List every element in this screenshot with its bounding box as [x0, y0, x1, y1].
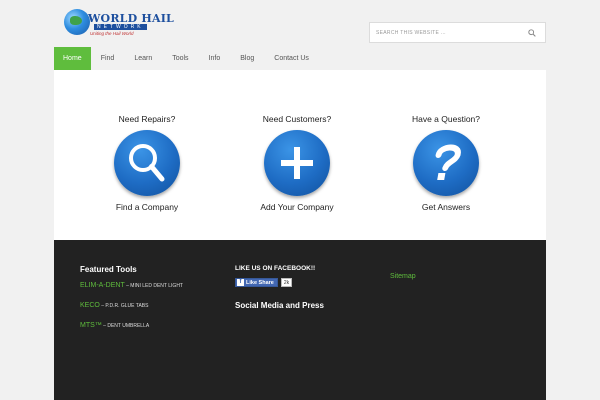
nav-item-learn[interactable]: Learn: [124, 47, 162, 70]
facebook-count: 2k: [280, 278, 293, 287]
tool-item: ELIM-A-DENT – MINI LED DENT LIGHT: [80, 282, 183, 289]
search-input[interactable]: [376, 27, 516, 39]
facebook-like-button[interactable]: f Like Share: [235, 278, 278, 287]
cta-find-company[interactable]: Need Repairs? Find a Company: [87, 114, 207, 212]
nav-item-info[interactable]: Info: [199, 47, 231, 70]
globe-icon: [64, 9, 90, 35]
featured-tools-widget: Featured Tools ELIM-A-DENT – MINI LED DE…: [80, 265, 183, 342]
tool-item: MTS™ – DENT UMBRELLA: [80, 322, 183, 329]
facebook-like-share: f Like Share 2k: [235, 278, 324, 287]
tool-desc: – MINI LED DENT LIGHT: [124, 283, 183, 289]
nav-item-blog[interactable]: Blog: [230, 47, 264, 70]
magnifier-icon[interactable]: [114, 130, 180, 196]
featured-tools-heading: Featured Tools: [80, 265, 137, 274]
sitemap-widget: Sitemap: [390, 265, 416, 283]
nav-item-find[interactable]: Find: [91, 47, 125, 70]
like-label: Like: [246, 279, 258, 286]
cta-caption[interactable]: Find a Company: [87, 202, 207, 212]
tool-link[interactable]: ELIM-A-DENT: [80, 282, 125, 289]
search-box: [369, 22, 546, 43]
tool-item: KECO – P.D.R. GLUE TABS: [80, 302, 183, 309]
search-icon[interactable]: [528, 29, 536, 37]
site-logo[interactable]: WORLD HAIL NETWORK Uniting the Hail Worl…: [64, 9, 174, 37]
facebook-widget: LIKE US ON FACEBOOK!! f Like Share 2k Soc…: [235, 265, 324, 318]
logo-brand-subtext: NETWORK: [94, 24, 147, 30]
sitemap-link[interactable]: Sitemap: [390, 273, 416, 280]
cta-title: Have a Question?: [411, 114, 481, 124]
tool-desc: – DENT UMBRELLA: [101, 323, 150, 329]
site-header: WORLD HAIL NETWORK Uniting the Hail Worl…: [0, 0, 600, 47]
site-footer: Featured Tools ELIM-A-DENT – MINI LED DE…: [54, 240, 546, 400]
cta-add-company[interactable]: Need Customers? Add Your Company: [237, 114, 357, 212]
share-label: Share: [258, 279, 274, 286]
facebook-icon: f: [237, 279, 244, 286]
cta-caption[interactable]: Get Answers: [386, 202, 506, 212]
nav-item-tools[interactable]: Tools: [162, 47, 198, 70]
facebook-heading: LIKE US ON FACEBOOK!!: [235, 265, 316, 272]
cta-get-answers[interactable]: Have a Question? Get Answers: [386, 114, 506, 212]
logo-tagline: Uniting the Hail World: [90, 31, 134, 36]
plus-icon[interactable]: [264, 130, 330, 196]
tool-link[interactable]: KECO: [80, 302, 100, 309]
nav-item-home[interactable]: Home: [54, 47, 91, 70]
main-nav: Home Find Learn Tools Info Blog Contact …: [54, 47, 319, 70]
social-heading: Social Media and Press: [235, 301, 324, 310]
tool-desc: – P.D.R. GLUE TABS: [99, 303, 149, 309]
nav-item-contact[interactable]: Contact Us: [264, 47, 319, 70]
cta-caption[interactable]: Add Your Company: [237, 202, 357, 212]
cta-title: Need Customers?: [262, 114, 332, 124]
tool-link[interactable]: MTS™: [80, 322, 102, 329]
question-icon[interactable]: [413, 130, 479, 196]
cta-title: Need Repairs?: [118, 114, 176, 124]
main-content: Need Repairs? Find a Company Need Custom…: [54, 70, 546, 240]
